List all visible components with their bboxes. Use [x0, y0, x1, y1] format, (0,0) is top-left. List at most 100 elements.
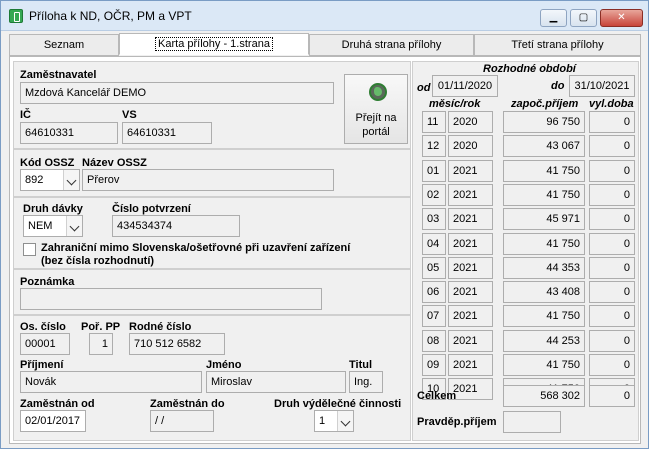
employer-label: Zaměstnavatel: [20, 69, 97, 81]
period-month-field[interactable]: 03: [422, 208, 446, 231]
period-to-field[interactable]: 31/10/2021: [569, 75, 635, 97]
period-income-field[interactable]: 41 750: [503, 159, 585, 182]
total-label: Celkem: [417, 390, 457, 402]
abroad-checkbox-label: Zahraniční mimo Slovenska/ošetřovné při …: [41, 242, 351, 254]
abroad-checkbox-sublabel: (bez čísla rozhodnutí): [41, 255, 155, 267]
os-number-field[interactable]: 00001: [20, 333, 70, 355]
period-year-field[interactable]: 2021: [448, 159, 493, 182]
benefit-type-value: NEM: [28, 220, 53, 232]
minimize-button[interactable]: ▁: [540, 9, 567, 27]
chevron-down-icon[interactable]: [337, 411, 353, 431]
period-excl-field[interactable]: 0: [589, 354, 635, 376]
period-year-field[interactable]: 2021: [448, 183, 493, 206]
period-year-field[interactable]: 2021: [448, 281, 493, 304]
period-income-field[interactable]: 44 253: [503, 329, 585, 352]
employed-from-label: Zaměstnán od: [20, 398, 95, 410]
close-button[interactable]: ✕: [600, 9, 643, 27]
title-label: Titul: [349, 359, 373, 371]
period-excl-field[interactable]: 0: [589, 208, 635, 231]
chevron-down-icon[interactable]: [63, 170, 79, 190]
benefit-type-label: Druh dávky: [23, 203, 83, 215]
period-month-field[interactable]: 05: [422, 256, 446, 279]
period-year-field[interactable]: 2020: [448, 135, 493, 158]
tab-seznam[interactable]: Seznam: [9, 34, 119, 56]
period-year-field[interactable]: 2021: [448, 305, 493, 328]
vs-label: VS: [122, 109, 137, 121]
period-excl-field[interactable]: 0: [589, 232, 635, 255]
birth-number-field[interactable]: 710 512 6582: [129, 333, 225, 355]
employed-to-field[interactable]: / /: [150, 410, 214, 432]
period-excl-field[interactable]: 0: [589, 159, 635, 182]
globe-icon: [369, 83, 387, 101]
tab-druha-strana[interactable]: Druhá strana přílohy: [309, 34, 474, 56]
ic-field[interactable]: 64610331: [20, 122, 118, 144]
por-pp-field[interactable]: 1: [89, 333, 113, 355]
note-label: Poznámka: [20, 276, 75, 288]
window-title: Příloha k ND, OČR, PM a VPT: [29, 9, 192, 23]
title-bar: Příloha k ND, OČR, PM a VPT ▁ ▢ ✕: [1, 1, 648, 31]
form-content: Zaměstnavatel Mzdová Kancelář DEMO IČ 64…: [9, 56, 641, 444]
period-year-field[interactable]: 2021: [448, 232, 493, 255]
period-month-field[interactable]: 08: [422, 329, 446, 352]
period-year-field[interactable]: 2021: [448, 354, 493, 376]
period-excl-field[interactable]: 0: [589, 329, 635, 352]
chevron-down-icon[interactable]: [66, 216, 82, 236]
period-income-field[interactable]: 41 750: [503, 354, 585, 376]
period-excl-field[interactable]: 0: [589, 305, 635, 328]
maximize-button[interactable]: ▢: [570, 9, 597, 27]
portal-button[interactable]: Přejít na portál: [344, 74, 408, 144]
employed-to-label: Zaměstnán do: [150, 398, 225, 410]
period-from-field[interactable]: 01/11/2020: [432, 75, 498, 97]
note-field[interactable]: [20, 288, 322, 310]
benefit-type-select[interactable]: NEM: [23, 215, 83, 237]
surname-field[interactable]: Novák: [20, 371, 202, 393]
period-month-field[interactable]: 06: [422, 281, 446, 304]
activity-type-label: Druh výdělečné činnosti: [274, 398, 402, 410]
ossz-section: Kód OSSZ Název OSSZ 892 Přerov: [13, 149, 411, 197]
portal-button-label: Přejít na portál: [355, 112, 397, 138]
period-income-field[interactable]: 45 971: [503, 208, 585, 231]
vs-field[interactable]: 64610331: [122, 122, 212, 144]
period-month-field[interactable]: 07: [422, 305, 446, 328]
ossz-code-select[interactable]: 892: [20, 169, 80, 191]
tab-treti-strana[interactable]: Třetí strana přílohy: [474, 34, 641, 56]
employed-from-field[interactable]: 02/01/2017: [20, 410, 86, 432]
period-month-field[interactable]: 12: [422, 135, 446, 158]
period-year-field[interactable]: 2021: [448, 256, 493, 279]
period-year-field[interactable]: 2021: [448, 329, 493, 352]
period-month-field[interactable]: 02: [422, 183, 446, 206]
ossz-code-value: 892: [25, 174, 44, 186]
period-year-field[interactable]: 2021: [448, 208, 493, 231]
period-excl-field[interactable]: 0: [589, 256, 635, 279]
period-income-field[interactable]: 41 750: [503, 305, 585, 328]
period-income-field[interactable]: 41 750: [503, 232, 585, 255]
period-excl-field[interactable]: 0: [589, 111, 635, 133]
period-year-field[interactable]: 2020: [448, 111, 493, 133]
activity-type-select[interactable]: 1: [314, 410, 354, 432]
firstname-field[interactable]: Miroslav: [206, 371, 346, 393]
period-income-field[interactable]: 43 067: [503, 135, 585, 158]
title-field[interactable]: Ing.: [349, 371, 383, 393]
probable-income-field[interactable]: [503, 411, 561, 433]
period-income-field[interactable]: 41 750: [503, 183, 585, 206]
birth-number-label: Rodné číslo: [129, 321, 192, 333]
employer-name-field[interactable]: Mzdová Kancelář DEMO: [20, 82, 334, 104]
abroad-checkbox[interactable]: [23, 243, 36, 256]
period-month-field[interactable]: 11: [422, 111, 446, 133]
probable-income-label: Pravděp.příjem: [417, 416, 497, 428]
ossz-name-field[interactable]: Přerov: [82, 169, 334, 191]
period-excl-field[interactable]: 0: [589, 135, 635, 158]
period-income-field[interactable]: 96 750: [503, 111, 585, 133]
period-month-field[interactable]: 01: [422, 159, 446, 182]
period-month-field[interactable]: 04: [422, 232, 446, 255]
period-income-field[interactable]: 43 408: [503, 281, 585, 304]
col-month-header: měsíc/rok: [429, 98, 481, 110]
period-excl-field[interactable]: 0: [589, 281, 635, 304]
period-heading: Rozhodné období: [483, 63, 576, 75]
period-excl-field[interactable]: 0: [589, 183, 635, 206]
period-month-field[interactable]: 09: [422, 354, 446, 376]
period-income-field[interactable]: 44 353: [503, 256, 585, 279]
ossz-name-label: Název OSSZ: [82, 157, 147, 169]
confirm-number-field[interactable]: 434534374: [112, 215, 240, 237]
tab-karta[interactable]: Karta přílohy - 1.strana: [119, 33, 309, 55]
